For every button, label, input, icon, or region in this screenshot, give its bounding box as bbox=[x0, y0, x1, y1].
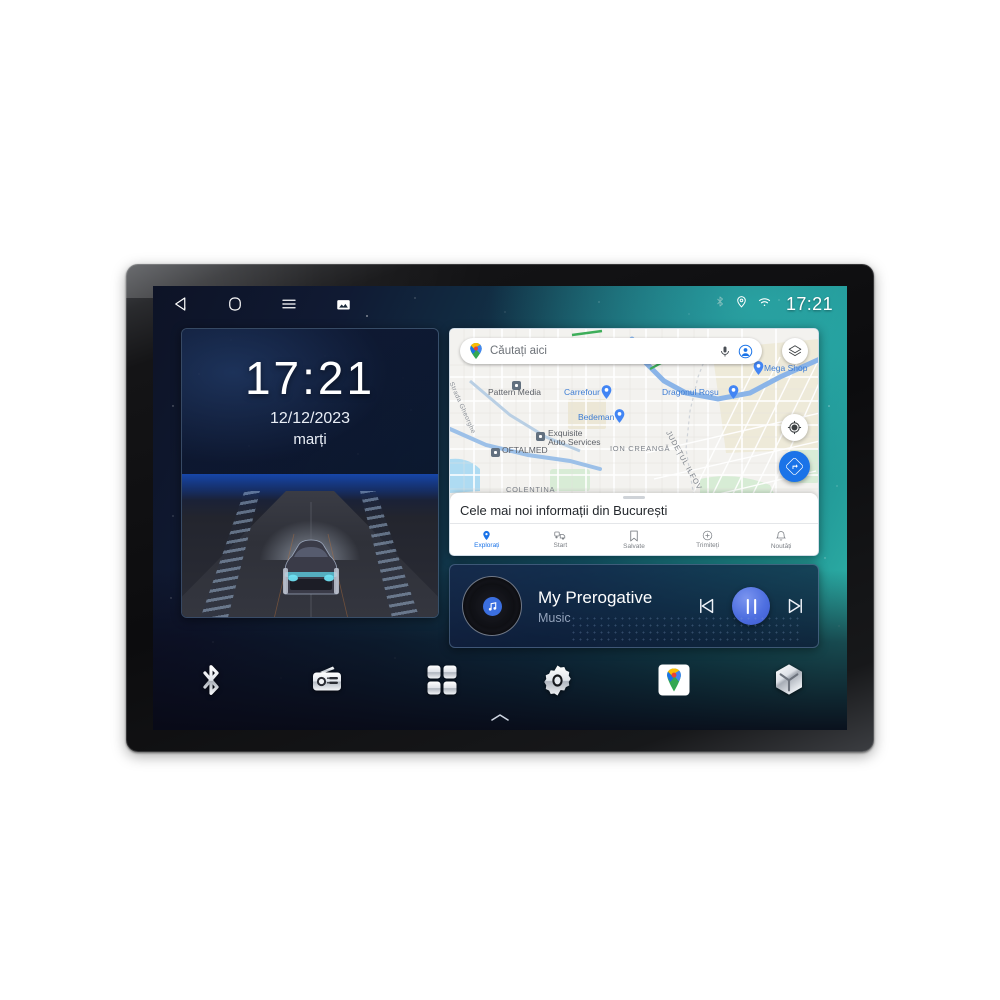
map-directions-button[interactable] bbox=[779, 451, 810, 482]
car-driving-widget[interactable] bbox=[182, 474, 438, 617]
map-pin-icon bbox=[483, 530, 491, 541]
app-dock bbox=[153, 652, 847, 708]
media-subtitle: Music bbox=[538, 610, 571, 625]
google-maps-pin-icon bbox=[470, 343, 482, 359]
bookmark-icon bbox=[630, 530, 638, 541]
map-tab-label: Salvate bbox=[623, 542, 645, 550]
location-pin-icon bbox=[735, 294, 748, 314]
account-circle-icon[interactable] bbox=[738, 344, 753, 359]
vinyl-record-icon bbox=[482, 596, 502, 616]
status-bar: 17:21 bbox=[153, 286, 847, 322]
media-text-block: My Prerogative Music bbox=[538, 588, 696, 625]
clock-date: 12/12/2023 bbox=[269, 410, 351, 427]
google-maps-widget[interactable]: Pattern Media Carrefour Bedeman Dragonul… bbox=[449, 328, 819, 556]
media-player-widget[interactable]: My Prerogative Music bbox=[449, 564, 819, 648]
map-bottom-sheet[interactable]: Cele mai noi informații din București Ex… bbox=[450, 493, 818, 555]
map-search-bar[interactable]: Căutați aici bbox=[460, 338, 762, 364]
layers-icon bbox=[788, 345, 802, 357]
map-pin-carrefour[interactable] bbox=[601, 385, 612, 399]
radio-icon bbox=[312, 666, 341, 691]
map-poi-marker[interactable] bbox=[491, 448, 500, 457]
pause-icon bbox=[746, 598, 756, 614]
map-tab-explore[interactable]: Explorați bbox=[450, 524, 524, 555]
dock-item-settings[interactable] bbox=[500, 664, 616, 697]
map-headline: Cele mai noi informații din București bbox=[450, 499, 818, 524]
map-poi-marker[interactable] bbox=[536, 432, 545, 441]
skip-next-icon bbox=[788, 598, 802, 614]
next-track-button[interactable] bbox=[784, 595, 806, 617]
skip-previous-icon bbox=[700, 598, 714, 614]
cube-icon bbox=[776, 664, 803, 695]
map-poi-marker[interactable] bbox=[512, 381, 521, 390]
map-tab-start[interactable]: Start bbox=[524, 524, 598, 555]
clock-widget[interactable]: 17:21 12/12/2023 marți bbox=[182, 329, 438, 474]
bluetooth-icon bbox=[203, 665, 219, 695]
bell-icon bbox=[776, 530, 787, 541]
gear-icon bbox=[544, 664, 572, 696]
screenshot-icon[interactable] bbox=[331, 292, 355, 316]
status-icons: 17:21 bbox=[714, 294, 833, 315]
map-my-location-button[interactable] bbox=[781, 414, 808, 441]
menu-icon[interactable] bbox=[277, 292, 301, 316]
directions-arrow-icon bbox=[786, 458, 803, 475]
music-note-icon bbox=[488, 601, 496, 611]
album-art-vinyl[interactable] bbox=[462, 576, 522, 636]
dock-item-radio[interactable] bbox=[269, 665, 385, 695]
commute-icon bbox=[554, 531, 566, 540]
microphone-icon[interactable] bbox=[719, 345, 731, 358]
map-tab-label: Start bbox=[553, 542, 568, 549]
map-layers-button[interactable] bbox=[782, 338, 808, 364]
apps-grid-icon bbox=[427, 665, 457, 695]
map-tab-label: Trimiteți bbox=[696, 542, 720, 549]
chevron-up-icon bbox=[491, 714, 509, 721]
wifi-icon bbox=[757, 294, 772, 314]
dock-item-apps[interactable] bbox=[384, 664, 500, 696]
clock-time: 17:21 bbox=[244, 352, 376, 404]
play-pause-button[interactable] bbox=[732, 587, 770, 625]
map-tab-saved[interactable]: Salvate bbox=[597, 524, 671, 555]
my-location-icon bbox=[787, 420, 802, 435]
map-tab-contribute[interactable]: Trimiteți bbox=[671, 524, 745, 555]
map-tab-updates[interactable]: Noutăți bbox=[744, 524, 818, 555]
dock-expand-handle[interactable] bbox=[153, 713, 847, 722]
google-maps-icon bbox=[658, 664, 690, 696]
media-title: My Prerogative bbox=[538, 587, 653, 607]
system-nav-buttons bbox=[169, 292, 355, 316]
map-tab-label: Noutăți bbox=[770, 542, 792, 550]
map-search-input[interactable]: Căutați aici bbox=[490, 345, 712, 357]
dock-item-maps[interactable] bbox=[616, 664, 732, 696]
bluetooth-icon bbox=[714, 294, 726, 314]
clock-day: marți bbox=[293, 431, 327, 448]
previous-track-button[interactable] bbox=[696, 595, 718, 617]
map-bottom-tabs: Explorați Start Salvate Trimiteți Noutăț… bbox=[450, 524, 818, 555]
dock-item-bluetooth[interactable] bbox=[153, 663, 269, 697]
media-controls bbox=[696, 587, 806, 625]
map-pin-mega-shop[interactable] bbox=[753, 361, 764, 375]
map-tab-label: Explorați bbox=[474, 542, 500, 549]
head-unit-device: 17:21 17:21 12/12/2023 marți Pattern Med… bbox=[126, 264, 874, 752]
left-widget-column: 17:21 12/12/2023 marți bbox=[181, 328, 439, 618]
home-icon[interactable] bbox=[223, 292, 247, 316]
map-pin-bedeman[interactable] bbox=[614, 409, 625, 423]
plus-circle-icon bbox=[702, 530, 713, 541]
map-pin-dragonul-rosu[interactable] bbox=[728, 385, 739, 399]
dock-item-cube[interactable] bbox=[731, 663, 847, 697]
status-clock: 17:21 bbox=[785, 293, 833, 314]
screen: 17:21 17:21 12/12/2023 marți Pattern Med… bbox=[153, 286, 847, 730]
back-icon[interactable] bbox=[169, 292, 193, 316]
car-illustration bbox=[274, 502, 348, 617]
